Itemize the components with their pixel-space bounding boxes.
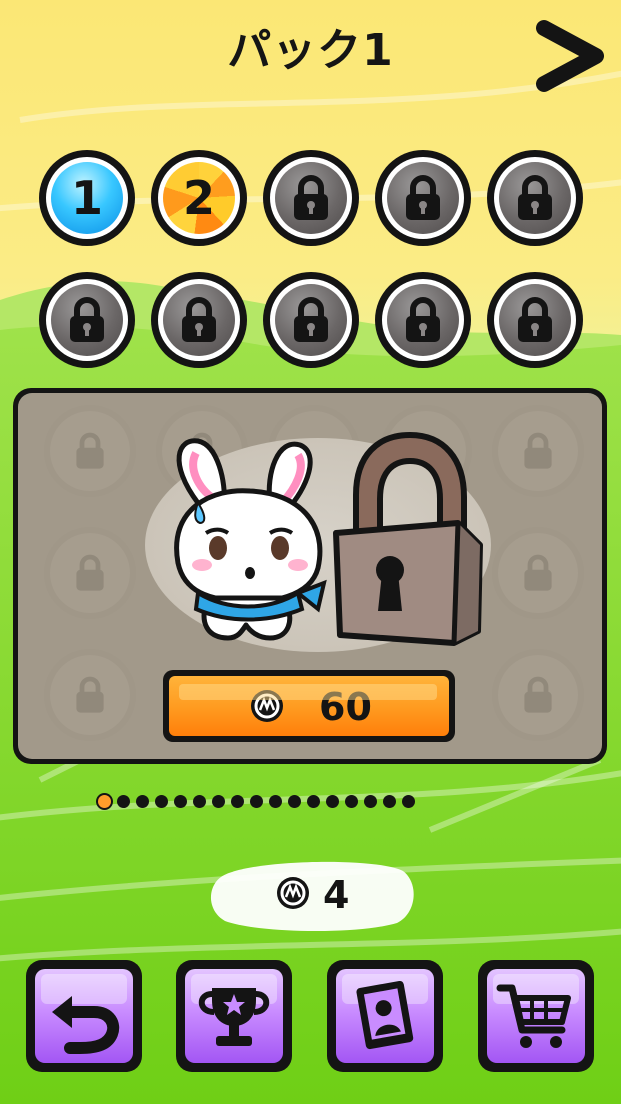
lock-icon (406, 175, 440, 220)
page-dot[interactable] (193, 795, 206, 808)
level-1-button[interactable]: 1 (39, 150, 135, 246)
balance-background (211, 861, 414, 931)
level-4-locked-button[interactable] (375, 150, 471, 246)
coin-icon (251, 690, 283, 722)
unlock-price: 60 (319, 685, 372, 729)
page-dot-active[interactable] (98, 795, 111, 808)
next-page-button[interactable] (534, 18, 604, 94)
level-9-locked-button[interactable] (375, 272, 471, 368)
locked-level-placeholder (44, 649, 136, 741)
locked-pack-panel: 60 (13, 388, 607, 764)
page-dot[interactable] (326, 795, 339, 808)
page-dot[interactable] (250, 795, 263, 808)
undo-arrow-icon (52, 996, 120, 1054)
lock-icon (518, 175, 552, 220)
photo-frame-icon (356, 980, 414, 1050)
page-title: パック1 (227, 25, 394, 76)
coin-icon (277, 877, 309, 909)
lock-icon (518, 297, 552, 342)
level-3-locked-button[interactable] (263, 150, 359, 246)
level-number: 2 (182, 171, 215, 225)
lock-icon (70, 297, 104, 342)
level-2-button[interactable]: 2 (151, 150, 247, 246)
shopping-cart-icon (496, 984, 571, 1048)
padlock-icon (333, 432, 483, 646)
coin-balance: 4 (207, 857, 415, 931)
page-dot[interactable] (402, 795, 415, 808)
lock-icon (182, 297, 216, 342)
trophy-button[interactable] (176, 960, 292, 1072)
pagination-dots (98, 795, 415, 811)
locked-level-placeholder (492, 527, 584, 619)
shop-button[interactable] (478, 960, 594, 1072)
level-6-locked-button[interactable] (39, 272, 135, 368)
page-dot[interactable] (383, 795, 396, 808)
trophy-icon (198, 988, 270, 1046)
back-button[interactable] (26, 960, 142, 1072)
lock-icon (294, 175, 328, 220)
page-dot[interactable] (117, 795, 130, 808)
gallery-button[interactable] (327, 960, 443, 1072)
locked-level-placeholder (44, 405, 136, 497)
locked-level-placeholder (492, 649, 584, 741)
level-number: 1 (70, 171, 103, 225)
page-dot[interactable] (269, 795, 282, 808)
lock-icon (294, 297, 328, 342)
level-7-locked-button[interactable] (151, 272, 247, 368)
page-dot[interactable] (288, 795, 301, 808)
locked-level-placeholder (492, 405, 584, 497)
page-dot[interactable] (174, 795, 187, 808)
page-dot[interactable] (212, 795, 225, 808)
page-dot[interactable] (364, 795, 377, 808)
lock-icon (406, 297, 440, 342)
level-10-locked-button[interactable] (487, 272, 583, 368)
page-dot[interactable] (345, 795, 358, 808)
coin-count: 4 (323, 873, 350, 917)
chevron-right-icon (536, 20, 604, 92)
bunny-icon (174, 438, 327, 641)
level-8-locked-button[interactable] (263, 272, 359, 368)
level-5-locked-button[interactable] (487, 150, 583, 246)
page-dot[interactable] (155, 795, 168, 808)
unlock-pack-button[interactable]: 60 (163, 670, 455, 742)
locked-level-placeholder (44, 527, 136, 619)
page-dot[interactable] (307, 795, 320, 808)
page-dot[interactable] (136, 795, 149, 808)
page-dot[interactable] (231, 795, 244, 808)
